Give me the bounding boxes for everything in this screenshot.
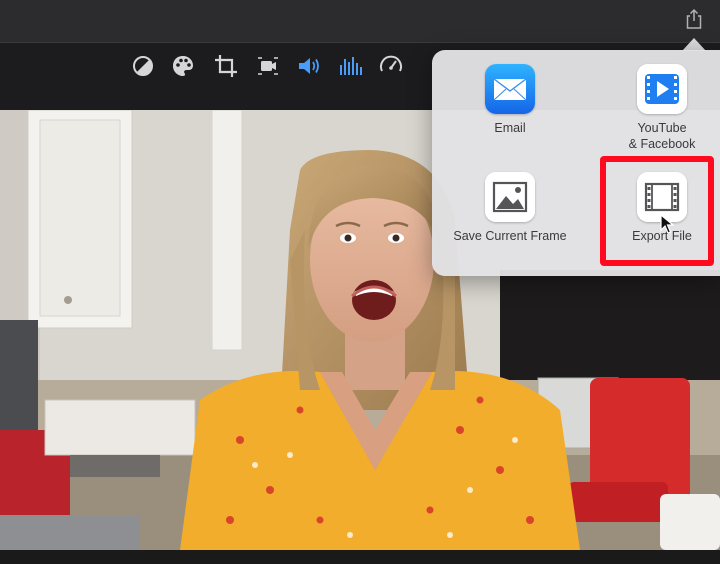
stabilization-icon[interactable]: [255, 53, 281, 79]
share-icon: [686, 8, 702, 29]
share-email-label: Email: [494, 121, 526, 135]
mouse-cursor-icon: [660, 214, 674, 234]
share-email[interactable]: Email: [440, 64, 580, 136]
share-save-current-frame-label: Save Current Frame: [453, 229, 567, 243]
top-bar: [0, 0, 720, 43]
share-button[interactable]: [682, 7, 706, 31]
noise-equalizer-icon[interactable]: [337, 53, 363, 79]
speed-icon[interactable]: [378, 53, 404, 79]
volume-icon[interactable]: [296, 53, 322, 79]
youtube-facebook-icon: [637, 64, 687, 114]
crop-icon[interactable]: [213, 53, 239, 79]
export-file-highlight: [600, 156, 714, 266]
save-frame-icon: [485, 172, 535, 222]
share-save-current-frame[interactable]: Save Current Frame: [440, 172, 580, 244]
email-icon: [485, 64, 535, 114]
bottom-bar: [0, 550, 720, 564]
color-correction-icon[interactable]: [170, 53, 196, 79]
share-youtube-facebook-label: YouTube & Facebook: [628, 121, 696, 151]
color-balance-icon[interactable]: [130, 53, 156, 79]
share-youtube-facebook[interactable]: YouTube & Facebook: [592, 64, 720, 152]
